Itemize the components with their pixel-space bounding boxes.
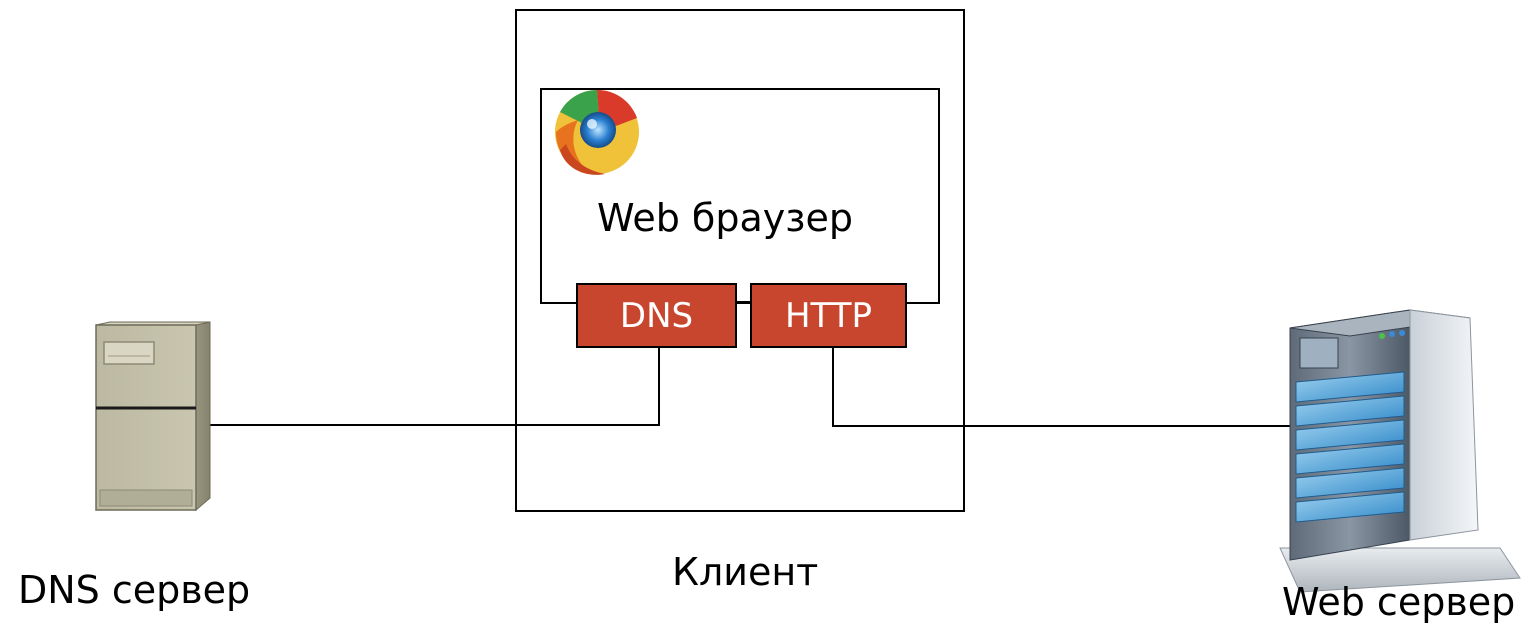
dns-connection-line [210, 347, 660, 426]
web-server-label: Web сервер [1282, 580, 1516, 624]
client-box [515, 9, 965, 512]
client-label: Клиент [672, 550, 819, 594]
dns-protocol-box: DNS [576, 283, 737, 348]
browser-label: Web браузер [597, 196, 853, 240]
web-server-rack-icon [1279, 309, 1521, 593]
dns-server-tower-icon [95, 321, 211, 512]
connection-lines [210, 347, 1290, 427]
browser-logo-icon [555, 89, 639, 175]
dns-server-label: DNS сервер [18, 568, 251, 612]
http-protocol-box: HTTP [750, 283, 907, 348]
network-diagram: DNS HTTP Web браузер Клиент DNS сервер W… [0, 0, 1524, 634]
http-connection-line [832, 347, 1290, 427]
